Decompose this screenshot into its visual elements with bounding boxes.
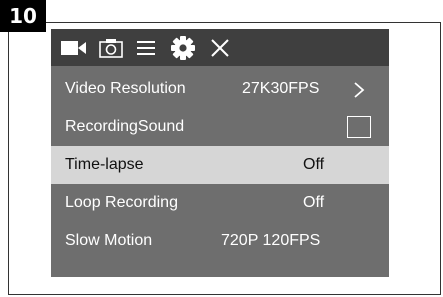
close-icon[interactable]	[207, 29, 233, 66]
menu-item-value: 720P 120FPS	[221, 232, 321, 249]
menu-item-recording-sound[interactable]: RecordingSound	[51, 108, 389, 146]
menu-item-label: Time-lapse	[65, 156, 144, 173]
menu-item-label: RecordingSound	[65, 118, 185, 135]
menu-icon[interactable]	[133, 29, 159, 66]
menu-item-value: 27K30FPS	[242, 80, 320, 97]
menu-item-slow-motion[interactable]: Slow Motion 720P 120FPS	[51, 222, 389, 260]
menu-item-video-resolution[interactable]: Video Resolution 27K30FPS	[51, 70, 389, 108]
menu-item-time-lapse[interactable]: Time-lapse Off	[51, 146, 389, 184]
step-number-badge: 10	[0, 0, 46, 32]
menu-item-loop-recording[interactable]: Loop Recording Off	[51, 184, 389, 222]
video-camera-icon[interactable]	[59, 29, 89, 66]
menu-item-label: Loop Recording	[65, 194, 178, 211]
chevron-right-icon	[353, 81, 365, 104]
menu-item-label: Video Resolution	[65, 80, 186, 97]
menu-item-label: Slow Motion	[65, 232, 153, 249]
settings-tab-bar	[51, 29, 389, 66]
recording-sound-checkbox[interactable]	[347, 116, 371, 138]
gear-icon[interactable]	[169, 29, 197, 66]
camera-settings-screen: Video Resolution 27K30FPS RecordingSound…	[51, 29, 389, 277]
menu-item-value: Off	[303, 194, 325, 211]
menu-item-value: Off	[303, 156, 325, 173]
photo-camera-icon[interactable]	[97, 29, 125, 66]
